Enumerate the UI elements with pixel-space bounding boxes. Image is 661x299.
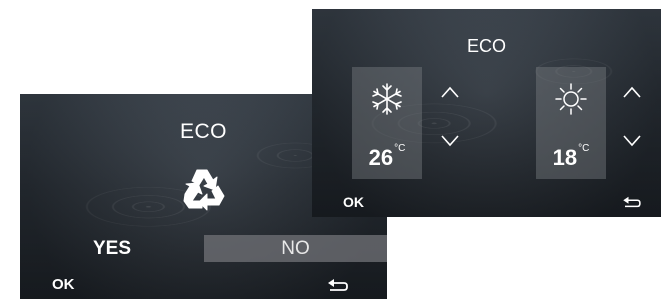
- yes-button[interactable]: YES: [20, 235, 204, 262]
- cooling-up-arrow-icon[interactable]: [440, 85, 460, 99]
- heating-down-arrow-icon[interactable]: [622, 134, 642, 148]
- snowflake-icon: [372, 83, 402, 115]
- temperature-unit: °C: [578, 143, 590, 154]
- heating-temperature: 18°C: [552, 143, 590, 170]
- heating-temperature-panel: 18°C: [536, 67, 606, 179]
- cooling-temperature-panel: 26°C: [352, 67, 422, 179]
- screen-title: ECO: [179, 120, 227, 143]
- no-button[interactable]: NO: [204, 235, 387, 262]
- eco-settings-screen: ECO 26°C 18°C OK: [312, 9, 661, 217]
- temperature-unit: °C: [394, 143, 406, 154]
- ok-button[interactable]: OK: [52, 276, 75, 293]
- return-icon[interactable]: [622, 195, 642, 209]
- sun-icon: [555, 83, 587, 115]
- heating-up-arrow-icon[interactable]: [622, 85, 642, 99]
- recycle-icon: [183, 169, 225, 211]
- cooling-temperature: 26°C: [368, 143, 406, 170]
- cooling-down-arrow-icon[interactable]: [440, 134, 460, 148]
- return-icon[interactable]: [327, 277, 349, 293]
- ok-button[interactable]: OK: [343, 194, 364, 210]
- screen-title: ECO: [466, 36, 506, 56]
